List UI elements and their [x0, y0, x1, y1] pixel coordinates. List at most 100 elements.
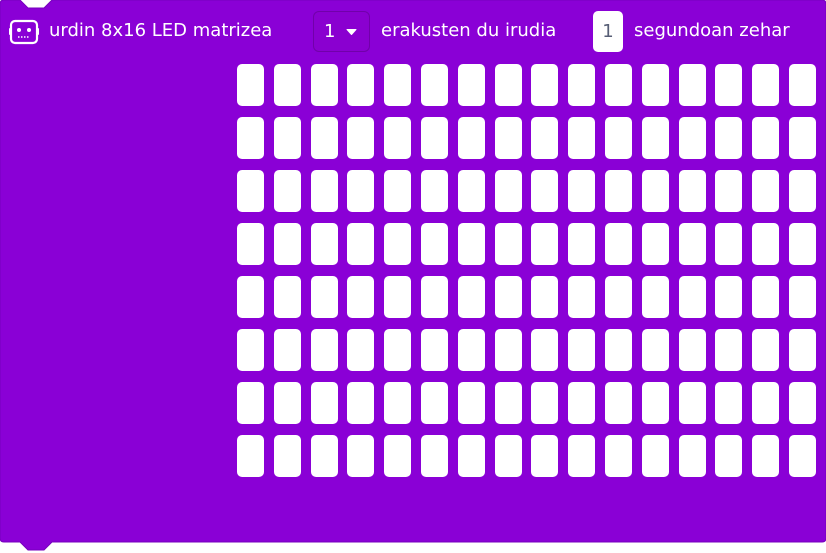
- led-cell[interactable]: [274, 223, 301, 265]
- led-cell[interactable]: [347, 117, 374, 159]
- led-cell[interactable]: [605, 223, 632, 265]
- led-cell[interactable]: [237, 170, 264, 212]
- led-cell[interactable]: [458, 117, 485, 159]
- led-cell[interactable]: [311, 276, 338, 318]
- led-cell[interactable]: [237, 329, 264, 371]
- led-cell[interactable]: [274, 117, 301, 159]
- led-cell[interactable]: [789, 64, 816, 106]
- led-cell[interactable]: [752, 223, 779, 265]
- led-cell[interactable]: [531, 64, 558, 106]
- led-cell[interactable]: [568, 223, 595, 265]
- led-cell[interactable]: [274, 382, 301, 424]
- led-cell[interactable]: [642, 64, 669, 106]
- led-cell[interactable]: [605, 170, 632, 212]
- led-cell[interactable]: [752, 64, 779, 106]
- led-cell[interactable]: [458, 64, 485, 106]
- led-cell[interactable]: [789, 276, 816, 318]
- led-cell[interactable]: [347, 329, 374, 371]
- led-cell[interactable]: [495, 64, 522, 106]
- led-cell[interactable]: [237, 223, 264, 265]
- led-cell[interactable]: [237, 117, 264, 159]
- led-cell[interactable]: [237, 435, 264, 477]
- led-cell[interactable]: [458, 223, 485, 265]
- led-cell[interactable]: [715, 382, 742, 424]
- led-cell[interactable]: [605, 382, 632, 424]
- led-cell[interactable]: [274, 64, 301, 106]
- led-cell[interactable]: [421, 276, 448, 318]
- led-cell[interactable]: [568, 64, 595, 106]
- led-cell[interactable]: [384, 382, 411, 424]
- led-cell[interactable]: [421, 64, 448, 106]
- led-cell[interactable]: [495, 276, 522, 318]
- led-cell[interactable]: [311, 223, 338, 265]
- led-cell[interactable]: [495, 223, 522, 265]
- led-cell[interactable]: [605, 117, 632, 159]
- led-cell[interactable]: [752, 435, 779, 477]
- led-cell[interactable]: [237, 64, 264, 106]
- led-cell[interactable]: [752, 276, 779, 318]
- led-cell[interactable]: [715, 170, 742, 212]
- led-cell[interactable]: [274, 435, 301, 477]
- led-cell[interactable]: [384, 223, 411, 265]
- led-cell[interactable]: [642, 223, 669, 265]
- led-cell[interactable]: [715, 276, 742, 318]
- led-cell[interactable]: [531, 276, 558, 318]
- led-cell[interactable]: [752, 117, 779, 159]
- led-cell[interactable]: [347, 382, 374, 424]
- led-cell[interactable]: [458, 382, 485, 424]
- led-cell[interactable]: [715, 223, 742, 265]
- led-cell[interactable]: [347, 435, 374, 477]
- led-cell[interactable]: [531, 223, 558, 265]
- led-cell[interactable]: [311, 382, 338, 424]
- matrix-select-dropdown[interactable]: 1: [313, 11, 370, 52]
- led-cell[interactable]: [237, 276, 264, 318]
- led-cell[interactable]: [679, 117, 706, 159]
- led-cell[interactable]: [679, 435, 706, 477]
- led-cell[interactable]: [421, 329, 448, 371]
- led-cell[interactable]: [458, 170, 485, 212]
- led-cell[interactable]: [715, 117, 742, 159]
- led-cell[interactable]: [679, 170, 706, 212]
- led-cell[interactable]: [458, 276, 485, 318]
- led-cell[interactable]: [495, 117, 522, 159]
- led-cell[interactable]: [568, 329, 595, 371]
- led-cell[interactable]: [384, 435, 411, 477]
- led-cell[interactable]: [605, 64, 632, 106]
- led-cell[interactable]: [311, 64, 338, 106]
- led-cell[interactable]: [384, 170, 411, 212]
- led-cell[interactable]: [642, 382, 669, 424]
- led-cell[interactable]: [311, 117, 338, 159]
- led-cell[interactable]: [311, 435, 338, 477]
- led-cell[interactable]: [495, 170, 522, 212]
- led-cell[interactable]: [642, 276, 669, 318]
- led-cell[interactable]: [495, 329, 522, 371]
- led-cell[interactable]: [421, 117, 448, 159]
- led-cell[interactable]: [679, 276, 706, 318]
- led-cell[interactable]: [347, 223, 374, 265]
- led-cell[interactable]: [789, 329, 816, 371]
- led-cell[interactable]: [568, 435, 595, 477]
- led-cell[interactable]: [311, 170, 338, 212]
- led-cell[interactable]: [274, 170, 301, 212]
- led-cell[interactable]: [237, 382, 264, 424]
- led-cell[interactable]: [531, 117, 558, 159]
- led-cell[interactable]: [347, 64, 374, 106]
- led-cell[interactable]: [421, 170, 448, 212]
- led-cell[interactable]: [605, 435, 632, 477]
- led-cell[interactable]: [605, 276, 632, 318]
- led-cell[interactable]: [679, 329, 706, 371]
- led-cell[interactable]: [752, 382, 779, 424]
- led-cell[interactable]: [531, 382, 558, 424]
- led-cell[interactable]: [642, 117, 669, 159]
- led-cell[interactable]: [458, 329, 485, 371]
- led-cell[interactable]: [384, 64, 411, 106]
- led-cell[interactable]: [789, 223, 816, 265]
- led-cell[interactable]: [458, 435, 485, 477]
- led-cell[interactable]: [311, 329, 338, 371]
- led-cell[interactable]: [679, 382, 706, 424]
- led-cell[interactable]: [531, 435, 558, 477]
- led-cell[interactable]: [642, 170, 669, 212]
- led-cell[interactable]: [274, 329, 301, 371]
- led-cell[interactable]: [274, 276, 301, 318]
- led-cell[interactable]: [421, 223, 448, 265]
